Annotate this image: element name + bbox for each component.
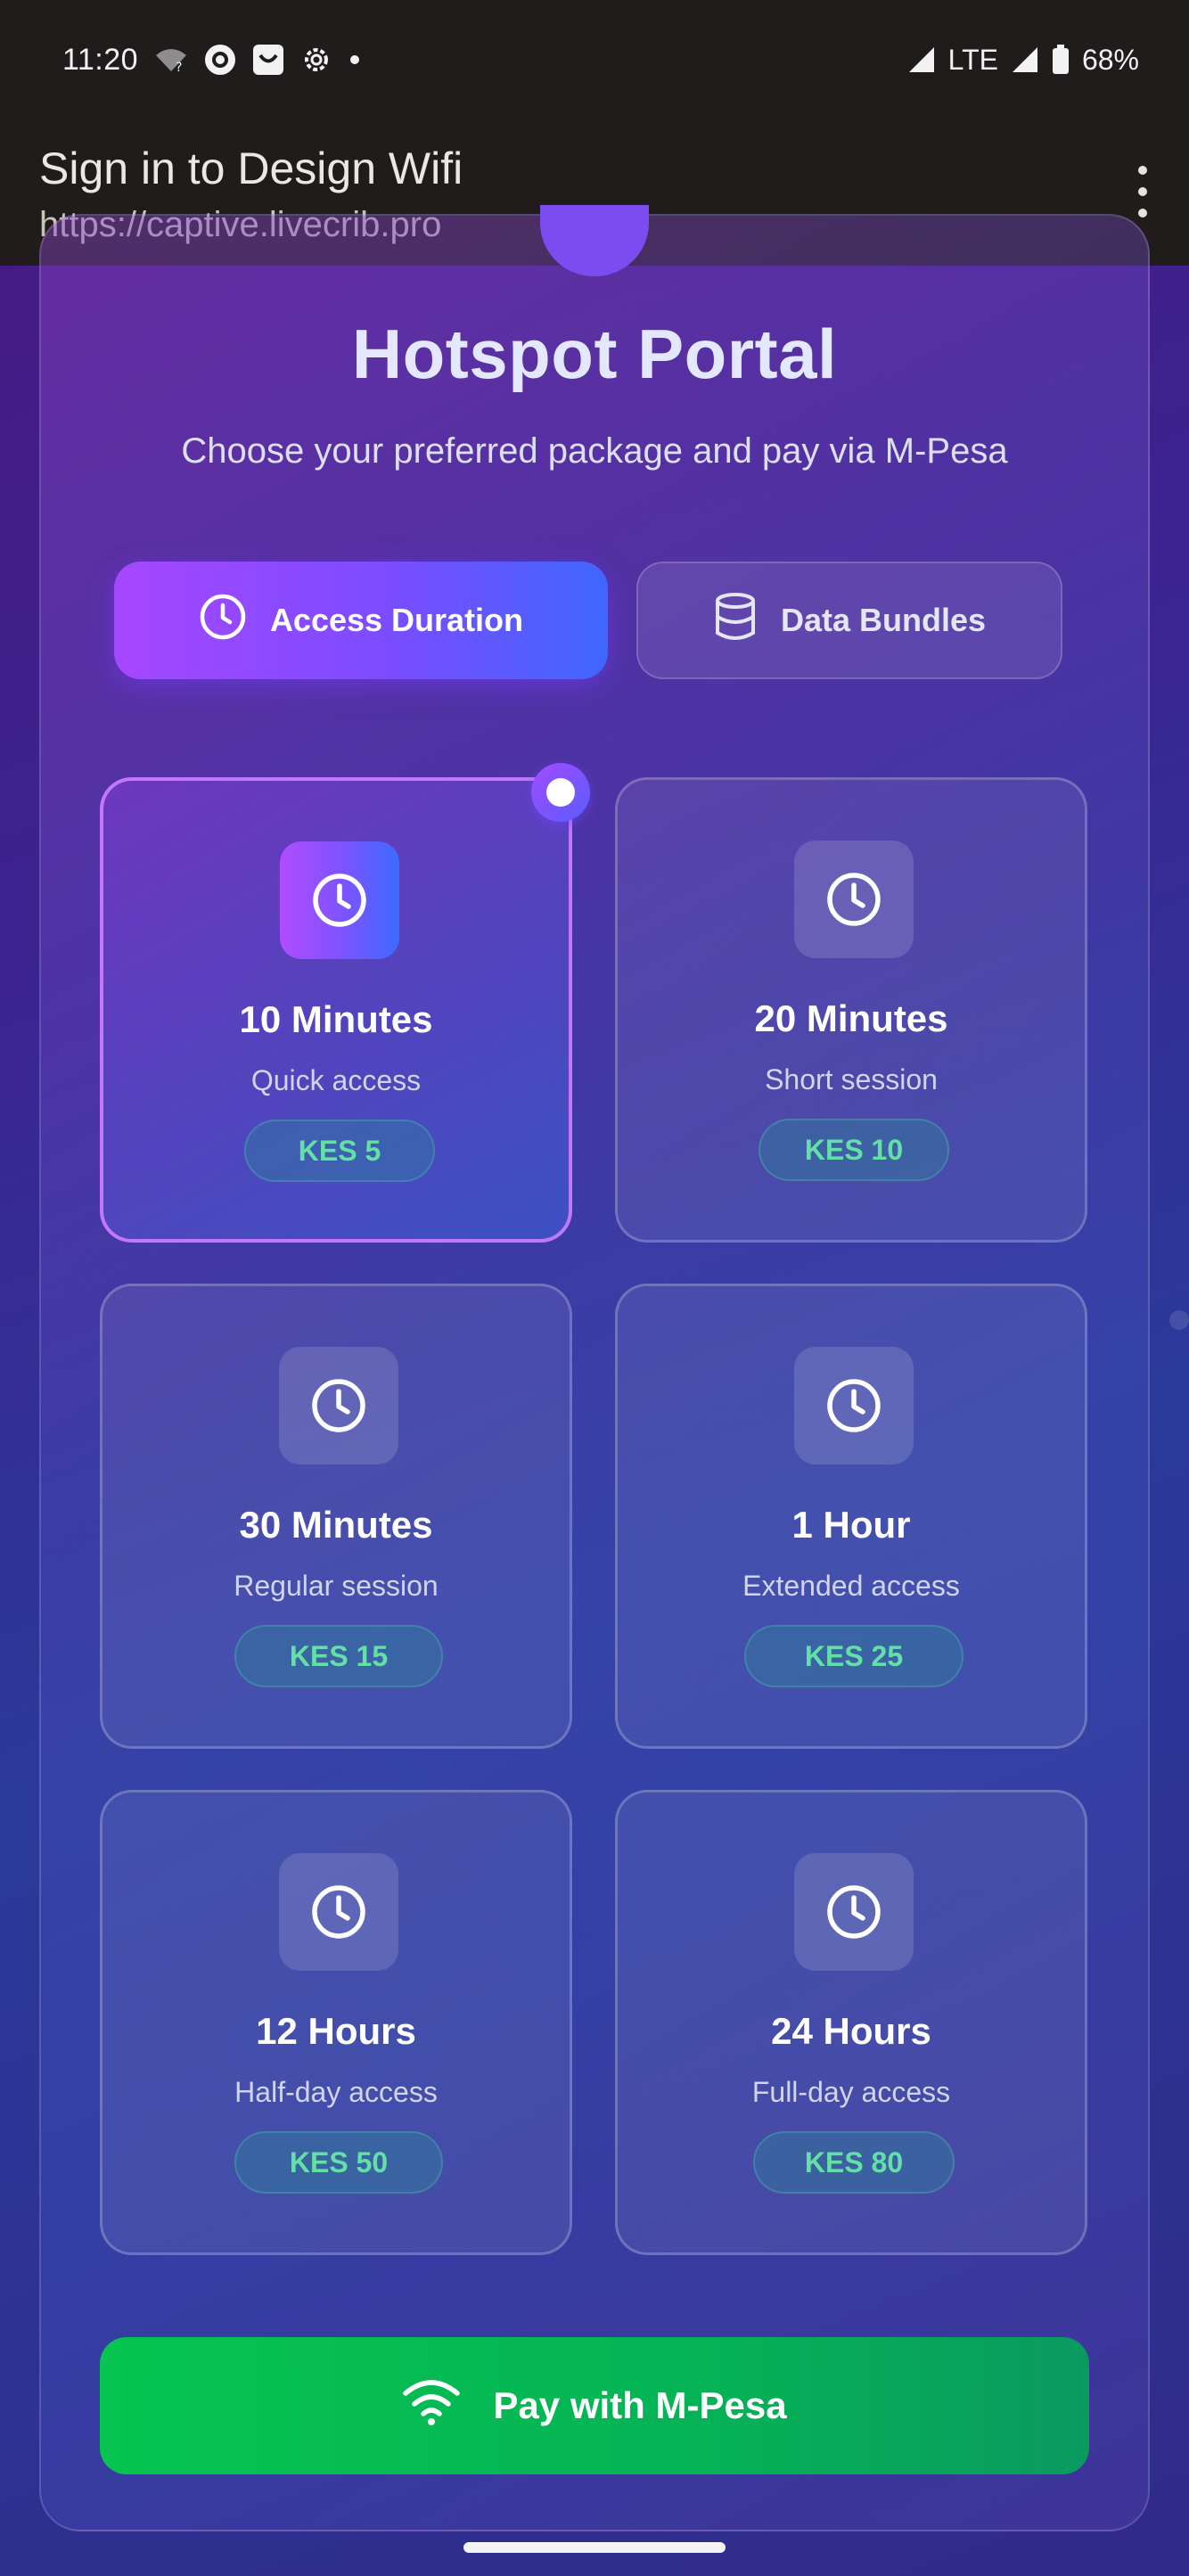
- package-card[interactable]: 1 Hour Extended access KES 25: [615, 1284, 1087, 1749]
- wifi-question-icon: ?: [154, 46, 188, 73]
- tab-label: Access Duration: [269, 602, 524, 638]
- package-description: Short session: [765, 1063, 938, 1095]
- package-description: Extended access: [742, 1570, 960, 1602]
- package-name: 12 Hours: [256, 2010, 416, 2052]
- status-bar-left: 11:20 ?: [62, 43, 361, 78]
- status-bar-right: LTE 68%: [907, 44, 1139, 77]
- home-indicator[interactable]: [463, 2542, 726, 2553]
- clock-icon: [313, 874, 366, 927]
- package-icon-box: [794, 1347, 914, 1464]
- network-type: LTE: [947, 43, 998, 76]
- signal-icon: [1011, 45, 1039, 74]
- package-price: KES 5: [244, 1120, 435, 1182]
- package-name: 20 Minutes: [754, 997, 948, 1039]
- package-description: Full-day access: [751, 2076, 951, 2108]
- signal-icon: [907, 45, 936, 74]
- pay-with-mpesa-button[interactable]: Pay with M-Pesa: [100, 2337, 1089, 2474]
- settings-icon: [300, 44, 332, 76]
- smile-box-icon: [252, 44, 284, 76]
- package-name: 1 Hour: [791, 1504, 911, 1546]
- package-description: Half-day access: [234, 2076, 438, 2108]
- wifi-icon: [402, 2377, 461, 2434]
- selected-indicator: [531, 763, 590, 822]
- package-icon-box: [280, 841, 399, 959]
- clock-icon: [199, 593, 247, 649]
- tab-access-duration[interactable]: Access Duration: [114, 562, 608, 679]
- package-icon-box: [794, 841, 914, 958]
- package-price: KES 25: [744, 1625, 964, 1687]
- package-name: 30 Minutes: [239, 1504, 433, 1546]
- package-card[interactable]: 24 Hours Full-day access KES 80: [615, 1790, 1087, 2255]
- package-price: KES 80: [753, 2131, 955, 2194]
- package-icon-box: [279, 1853, 398, 1971]
- package-card[interactable]: 20 Minutes Short session KES 10: [615, 777, 1087, 1243]
- more-vert-icon[interactable]: [1125, 160, 1160, 223]
- battery-icon: [1052, 45, 1070, 75]
- database-icon: [713, 592, 758, 650]
- portal-title: Hotspot Portal: [351, 315, 838, 393]
- dot-icon: [348, 53, 361, 66]
- portal-subtitle: Choose your preferred package and pay vi…: [181, 431, 1008, 471]
- circle-o-icon: [204, 44, 236, 76]
- package-price: KES 50: [234, 2131, 443, 2194]
- svg-text:?: ?: [176, 61, 182, 73]
- clock-icon: [312, 1885, 365, 1939]
- pay-button-label: Pay with M-Pesa: [493, 2384, 787, 2426]
- package-price: KES 15: [234, 1625, 443, 1687]
- page-title: Sign in to Design Wifi: [39, 144, 463, 193]
- scroll-handle: [1169, 1310, 1189, 1330]
- clock-icon: [312, 1379, 365, 1432]
- package-price: KES 10: [758, 1119, 949, 1181]
- package-description: Regular session: [234, 1570, 439, 1602]
- package-card[interactable]: 10 Minutes Quick access KES 5: [100, 777, 572, 1243]
- package-name: 10 Minutes: [239, 998, 433, 1040]
- package-icon-box: [794, 1853, 914, 1971]
- status-bar: 11:20 ? LTE 68%: [0, 0, 1189, 119]
- clock-icon: [827, 1379, 881, 1432]
- package-card[interactable]: 12 Hours Half-day access KES 50: [100, 1790, 572, 2255]
- package-description: Quick access: [250, 1064, 422, 1096]
- package-card[interactable]: 30 Minutes Regular session KES 15: [100, 1284, 572, 1749]
- package-icon-box: [279, 1347, 398, 1464]
- package-name: 24 Hours: [771, 2010, 931, 2052]
- clock-icon: [827, 873, 881, 926]
- battery-level: 68%: [1081, 43, 1139, 76]
- tab-label: Data Bundles: [780, 602, 987, 638]
- status-time: 11:20: [62, 42, 139, 77]
- tab-data-bundles[interactable]: Data Bundles: [636, 562, 1062, 679]
- clock-icon: [827, 1885, 881, 1939]
